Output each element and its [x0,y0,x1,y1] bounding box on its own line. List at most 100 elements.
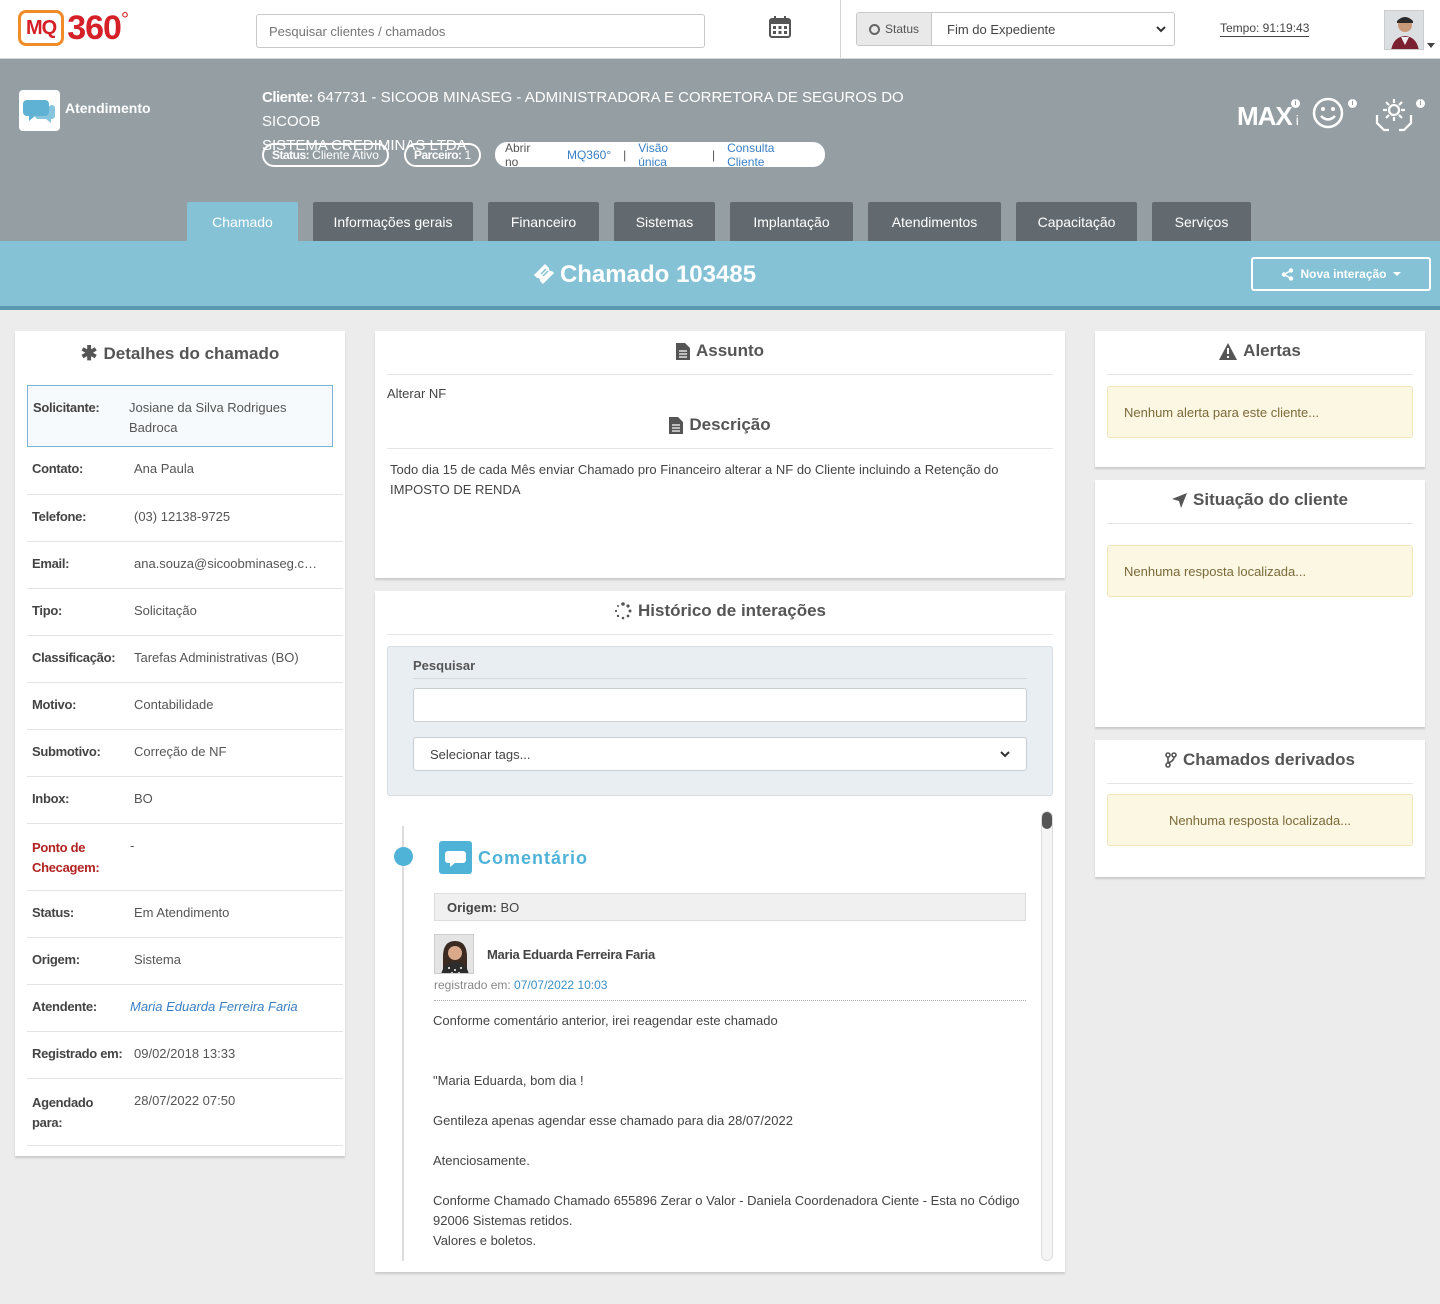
details-title-text: Detalhes do chamado [103,343,280,363]
assunto-panel: Assunto Alterar NF Descrição Todo dia 15… [375,331,1065,578]
smile-info-icon[interactable]: i [1348,99,1357,108]
tab-informacoes-gerais[interactable]: Informações gerais [313,202,473,241]
partner-badge: Parceiro: 1 [404,143,482,167]
detail-key: Email: [32,556,70,571]
detail-row-submotivo: Submotivo: Correção de NF [27,730,343,777]
status-value[interactable]: Fim do Expediente [932,13,1174,45]
link-visao-unica[interactable]: Visão única [638,141,700,169]
comment-line: Conforme Chamado Chamado 655896 Zerar o … [433,1193,1020,1228]
detail-value: Tarefas Administrativas (BO) [134,650,299,665]
tab-sistemas[interactable]: Sistemas [614,202,715,241]
spinner-icon [614,602,632,620]
mq360-logo[interactable]: MQ 360 ° [18,9,129,47]
tab-capacitacao[interactable]: Capacitação [1016,202,1137,241]
nova-interacao-button[interactable]: Nova interação [1251,257,1431,291]
situacao-notice: Nenhuma resposta localizada... [1107,545,1413,597]
satisfaction-smile-icon[interactable] [1312,97,1344,129]
situacao-title: Situação do cliente [1095,490,1425,510]
divider [387,374,1053,375]
divider [387,634,1053,635]
status-ring-icon [868,23,880,35]
timeline-line [402,826,404,1261]
detail-value: Sistema [134,952,181,967]
status-badge-key: Status: [272,148,310,162]
tags-select[interactable]: Selecionar tags... [413,737,1027,771]
detail-key: Origem: [32,952,80,967]
share-icon [1282,267,1294,281]
details-title: ✱ Detalhes do chamado [15,341,345,366]
link-consulta-cliente[interactable]: Consulta Cliente [727,141,815,169]
gear-info-icon[interactable]: i [1416,99,1425,108]
timer-link[interactable]: Tempo: 91:19:43 [1220,21,1310,37]
assunto-text: Alterar NF [387,386,447,401]
asterisk-icon: ✱ [80,343,98,365]
gear-hands-icon[interactable] [1374,95,1414,133]
chevron-down-icon [1000,750,1010,757]
historico-title-text: Histórico de interações [637,601,826,620]
detail-key: Motivo: [32,697,77,712]
detail-row-contato: Contato: Ana Paula [27,447,343,495]
timeline-dot [394,847,413,866]
user-avatar[interactable] [1384,10,1424,50]
nova-interacao-label: Nova interação [1300,267,1387,281]
partner-badge-key: Parceiro: [414,148,462,162]
tab-implantacao[interactable]: Implantação [730,202,853,241]
ticket-icon [533,264,554,284]
detail-key: Tipo: [32,603,63,618]
detail-key: Inbox: [32,791,70,806]
detail-row-ponto-checagem: Ponto de Checagem: - [27,824,343,891]
detail-key: Classificação: [32,650,116,665]
detail-value: Ana Paula [134,461,194,476]
user-photo-icon [1385,11,1423,49]
scrollbar-thumb[interactable] [1042,812,1052,829]
detail-value: Josiane da Silva Rodrigues Badroca [129,400,287,435]
divider [1107,783,1413,784]
detail-row-motivo: Motivo: Contabilidade [27,683,343,730]
atendente-link[interactable]: Maria Eduarda Ferreira Faria [130,997,325,1017]
detail-value: 28/07/2022 07:50 [134,1093,236,1108]
tab-servicos[interactable]: Serviços [1152,202,1251,241]
detail-key: Solicitante: [33,400,100,415]
detail-key: Submotivo: [32,744,101,759]
detail-row-telefone: Telefone: (03) 12138-9725 [27,495,343,542]
divider [387,448,1053,449]
alertas-notice: Nenhum alerta para este cliente... [1107,386,1413,438]
registered-date: 07/07/2022 10:03 [514,978,608,992]
alertas-title: Alertas [1095,341,1425,361]
descricao-title: Descrição [375,415,1065,435]
open-in-bar: Abrir no MQ360° | Visão única | Consulta… [495,141,825,169]
divider [413,678,1027,679]
detail-value: BO [134,791,153,806]
client-label: Cliente: [262,89,314,106]
calendar-icon[interactable] [768,15,792,39]
client-header: Atendimento Cliente: 647731 - SICOOB MIN… [0,59,1440,241]
status-select[interactable]: Status Fim do Expediente [856,12,1175,46]
detail-row-solicitante: Solicitante: Josiane da Silva Rodrigues … [27,385,333,447]
logo-mq: MQ [18,10,65,46]
detail-row-origem: Origem: Sistema [27,938,343,985]
tab-atendimentos[interactable]: Atendimentos [868,202,1001,241]
detail-row-classificacao: Classificação: Tarefas Administrativas (… [27,636,343,683]
tags-select-text: Selecionar tags... [430,746,531,762]
detail-value: Contabilidade [134,697,214,712]
global-search-input[interactable] [256,14,705,48]
detail-row-registrado: Registrado em: 09/02/2018 13:33 [27,1032,343,1079]
author-name: Maria Eduarda Ferreira Faria [487,947,655,962]
comment-line: Gentileza apenas agendar esse chamado pa… [433,1113,793,1128]
user-menu-caret-icon[interactable] [1427,43,1435,48]
link-mq360[interactable]: MQ360° [567,148,611,162]
history-search-input[interactable] [413,688,1027,722]
origem-value: BO [500,899,520,915]
detail-key: Registrado em: [32,1046,123,1061]
author-photo-icon [435,935,473,973]
max-info-icon[interactable]: i [1291,99,1300,108]
derivados-notice: Nenhuma resposta localizada... [1107,794,1413,846]
tab-chamado[interactable]: Chamado [187,202,298,241]
ticket-bar: Chamado 103485 Nova interação [0,241,1440,310]
history-scrollbar[interactable] [1041,811,1053,1261]
divider [840,0,841,59]
tab-financeiro[interactable]: Financeiro [488,202,599,241]
max-button[interactable]: MAX i [1237,101,1299,132]
alertas-title-text: Alertas [1243,341,1301,360]
registered-line: registrado em: 07/07/2022 10:03 [434,978,607,992]
